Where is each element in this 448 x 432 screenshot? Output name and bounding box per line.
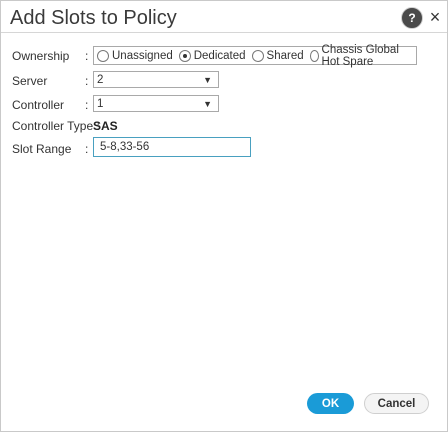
slot-range-colon: : bbox=[85, 142, 89, 156]
slot-range-input[interactable]: 5-8,33-56 bbox=[93, 137, 251, 157]
close-icon[interactable]: × bbox=[425, 7, 445, 27]
radio-shared-label: Shared bbox=[266, 49, 304, 62]
slot-range-label: Slot Range bbox=[12, 142, 72, 156]
ok-button[interactable]: OK bbox=[307, 393, 354, 414]
server-label: Server bbox=[12, 74, 48, 88]
controller-colon: : bbox=[85, 98, 89, 112]
dialog-title: Add Slots to Policy bbox=[10, 7, 177, 29]
controller-select-value: 1 bbox=[97, 97, 104, 110]
radio-unassigned-label: Unassigned bbox=[112, 49, 173, 62]
controller-type-label: Controller Type : bbox=[12, 119, 100, 133]
radio-unassigned[interactable]: Unassigned bbox=[97, 49, 173, 62]
server-colon: : bbox=[85, 74, 89, 88]
radio-shared-circle bbox=[251, 49, 264, 62]
controller-select[interactable]: 1 ▼ bbox=[93, 95, 219, 112]
radio-chassis-global-hot-spare-label: Chassis Global Hot Spare bbox=[321, 43, 399, 68]
controller-type-value: SAS bbox=[93, 119, 118, 133]
controller-label: Controller bbox=[12, 98, 65, 112]
add-slots-dialog: Add Slots to Policy ? × Ownership : Unas… bbox=[0, 0, 448, 432]
chevron-down-icon: ▼ bbox=[203, 99, 212, 109]
radio-chassis-global-hot-spare[interactable]: Chassis Global Hot Spare bbox=[309, 43, 413, 68]
radio-shared[interactable]: Shared bbox=[251, 49, 304, 62]
radio-chassis-global-hot-spare-circle bbox=[309, 49, 319, 62]
radio-dedicated[interactable]: Dedicated bbox=[178, 49, 246, 62]
controller-type-label-text: Controller Type bbox=[12, 119, 94, 133]
help-icon[interactable]: ? bbox=[401, 7, 423, 29]
radio-unassigned-circle bbox=[97, 49, 109, 62]
cancel-button[interactable]: Cancel bbox=[364, 393, 429, 414]
ownership-radio-group: Unassigned Dedicated Shared Chassis Glob… bbox=[93, 43, 417, 68]
ownership-label: Ownership bbox=[12, 49, 70, 63]
chevron-down-icon: ▼ bbox=[203, 75, 212, 85]
slot-range-input-value: 5-8,33-56 bbox=[100, 141, 150, 153]
radio-dedicated-circle bbox=[178, 49, 191, 62]
server-select-value: 2 bbox=[97, 73, 104, 86]
ownership-colon: : bbox=[85, 49, 89, 63]
server-select[interactable]: 2 ▼ bbox=[93, 71, 219, 88]
radio-dedicated-label: Dedicated bbox=[193, 49, 246, 62]
title-divider bbox=[1, 32, 447, 33]
